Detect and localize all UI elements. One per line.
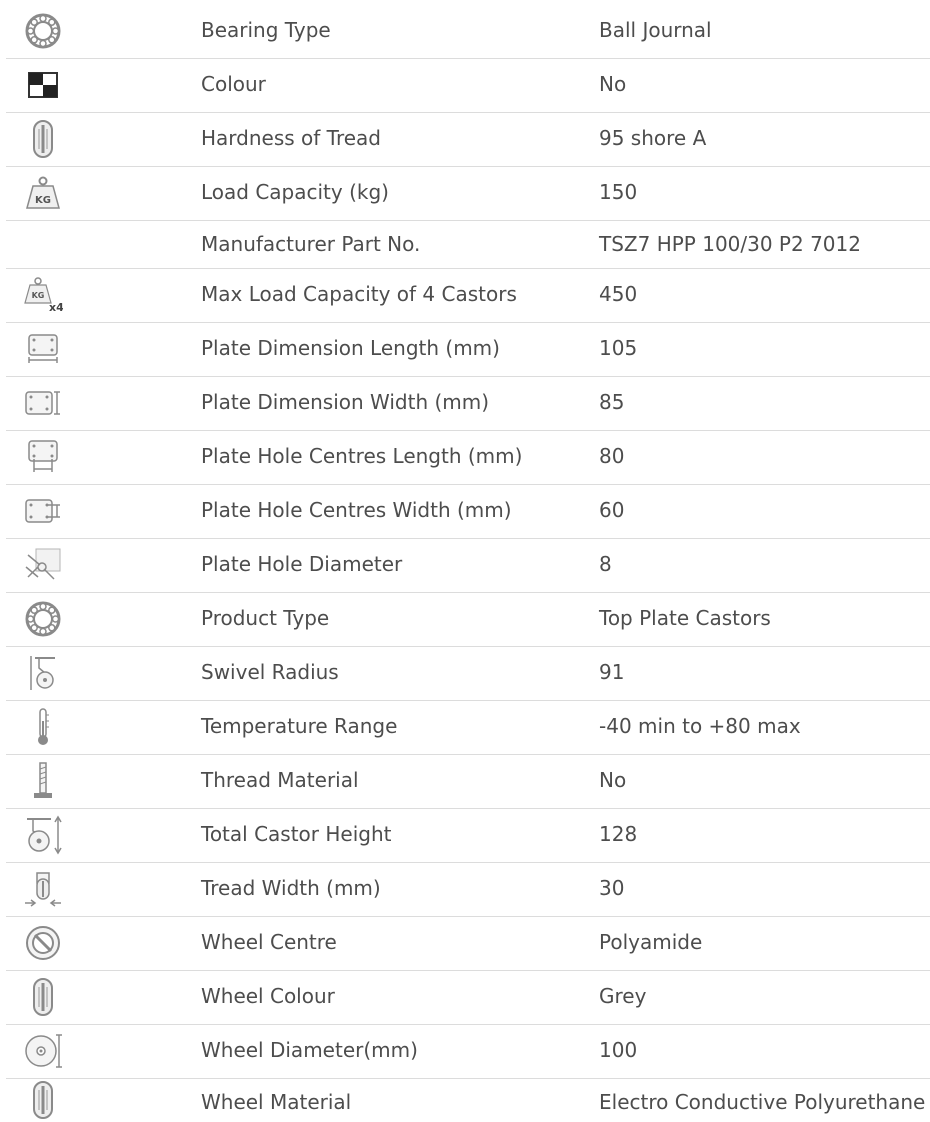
swivel-radius-icon (10, 646, 76, 700)
spec-row: Thread Material No (0, 754, 930, 809)
plate-hole-width-icon (10, 484, 76, 538)
thermometer-icon (10, 700, 76, 754)
kg-weight-icon: KG (10, 166, 76, 220)
kg-weight-x4-icon: KG x4 (10, 268, 76, 322)
spec-row: Wheel Diameter(mm) 100 (0, 1024, 930, 1079)
spec-value: 450 (599, 282, 638, 306)
spec-label: Tread Width (mm) (201, 876, 381, 900)
spec-value: Top Plate Castors (599, 606, 771, 630)
spec-label: Thread Material (201, 768, 359, 792)
colour-swatch-icon (10, 58, 76, 112)
spec-label: Swivel Radius (201, 660, 339, 684)
spec-label: Plate Dimension Width (mm) (201, 390, 490, 414)
spec-label: Temperature Range (201, 714, 398, 738)
spec-row: Swivel Radius 91 (0, 646, 930, 701)
spec-label: Manufacturer Part No. (201, 232, 421, 256)
spec-label: Product Type (201, 606, 330, 630)
plate-length-icon (10, 322, 76, 376)
spec-value: Ball Journal (599, 18, 712, 42)
castor-height-icon (10, 808, 76, 862)
spec-row: Product Type Top Plate Castors (0, 592, 930, 647)
spec-value: 91 (599, 660, 625, 684)
spec-label: Max Load Capacity of 4 Castors (201, 282, 517, 306)
spec-label: Plate Hole Diameter (201, 552, 403, 576)
spec-row: Tread Width (mm) 30 (0, 862, 930, 917)
spec-label: Wheel Colour (201, 984, 335, 1008)
spec-row: Manufacturer Part No. TSZ7 HPP 100/30 P2 … (0, 220, 930, 269)
svg-text:x4: x4 (49, 301, 63, 313)
spec-label: Wheel Diameter(mm) (201, 1038, 418, 1062)
spec-label: Load Capacity (kg) (201, 180, 389, 204)
spec-row: Plate Hole Diameter 8 (0, 538, 930, 593)
spec-value: 60 (599, 498, 625, 522)
tread-width-icon (10, 862, 76, 916)
spec-value: Polyamide (599, 930, 703, 954)
spec-row: Plate Dimension Width (mm) 85 (0, 376, 930, 431)
tread-hardness-icon (10, 112, 76, 166)
spec-label: Wheel Material (201, 1090, 352, 1114)
spec-value: TSZ7 HPP 100/30 P2 7012 (599, 232, 861, 256)
spec-value: 100 (599, 1038, 638, 1062)
bearing-icon (10, 592, 76, 646)
spec-row: Total Castor Height 128 (0, 808, 930, 863)
spec-label: Hardness of Tread (201, 126, 381, 150)
spec-label: Plate Dimension Length (mm) (201, 336, 500, 360)
spec-value: 8 (599, 552, 612, 576)
spec-row: Wheel Centre Polyamide (0, 916, 930, 971)
wheel-icon (10, 1078, 76, 1122)
spec-row: Bearing Type Ball Journal (0, 4, 930, 59)
spec-row: Wheel Colour Grey (0, 970, 930, 1025)
plate-width-icon (10, 376, 76, 430)
spec-value: 95 shore A (599, 126, 707, 150)
plate-hole-length-icon (10, 430, 76, 484)
spec-value: Grey (599, 984, 647, 1008)
spec-label: Plate Hole Centres Width (mm) (201, 498, 512, 522)
wheel-centre-icon (10, 916, 76, 970)
wheel-diameter-icon (10, 1024, 76, 1078)
spec-row: Colour No (0, 58, 930, 113)
spec-value: 80 (599, 444, 625, 468)
empty-icon-cell (10, 220, 76, 268)
spec-value: Electro Conductive Polyurethane (599, 1090, 926, 1114)
svg-text:KG: KG (35, 195, 51, 206)
spec-value: 85 (599, 390, 625, 414)
spec-row: Plate Dimension Length (mm) 105 (0, 322, 930, 377)
spec-row: Hardness of Tread 95 shore A (0, 112, 930, 167)
hole-diameter-icon (10, 538, 76, 592)
spec-value: 150 (599, 180, 638, 204)
spec-value: 30 (599, 876, 625, 900)
spec-row: KG x4 Max Load Capacity of 4 Castors 450 (0, 268, 930, 323)
spec-value: -40 min to +80 max (599, 714, 801, 738)
spec-value: No (599, 768, 627, 792)
spec-value: 105 (599, 336, 638, 360)
spec-row: Wheel Material Electro Conductive Polyure… (0, 1078, 930, 1122)
spec-label: Colour (201, 72, 266, 96)
thread-icon (10, 754, 76, 808)
spec-row: Temperature Range -40 min to +80 max (0, 700, 930, 755)
svg-text:KG: KG (32, 291, 45, 300)
spec-row: Plate Hole Centres Width (mm) 60 (0, 484, 930, 539)
spec-row: Plate Hole Centres Length (mm) 80 (0, 430, 930, 485)
spec-value: 128 (599, 822, 638, 846)
spec-label: Wheel Centre (201, 930, 337, 954)
spec-row: KG Load Capacity (kg) 150 (0, 166, 930, 221)
spec-label: Total Castor Height (201, 822, 392, 846)
bearing-icon (10, 4, 76, 58)
spec-label: Plate Hole Centres Length (mm) (201, 444, 523, 468)
spec-label: Bearing Type (201, 18, 331, 42)
wheel-icon (10, 970, 76, 1024)
spec-value: No (599, 72, 627, 96)
